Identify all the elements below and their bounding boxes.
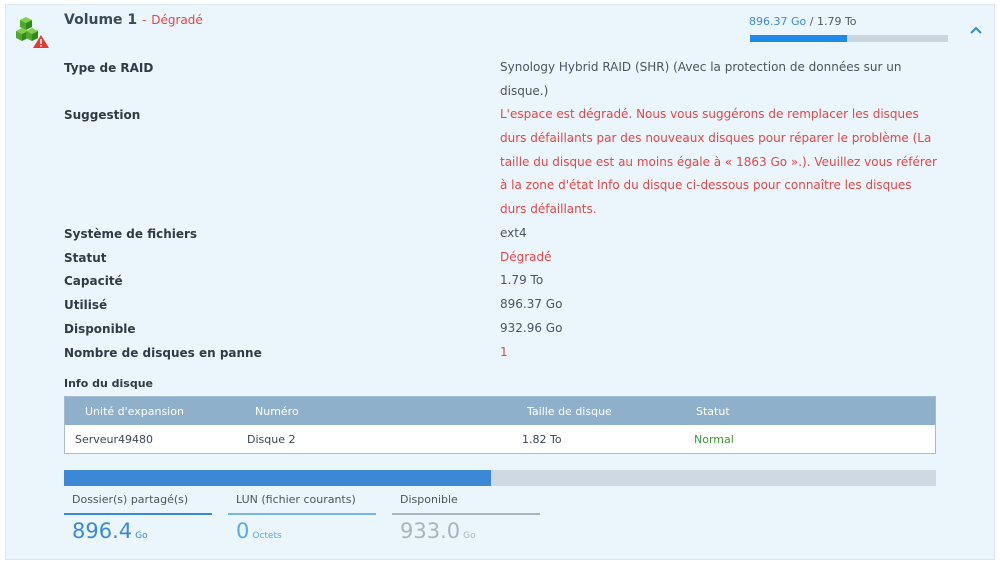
table-row[interactable]: Serveur49480 Disque 2 1.82 To Normal [65,425,935,453]
lun-label: LUN (fichier courants) [228,493,376,515]
available-label: Disponible [64,322,136,336]
column-header-expansion[interactable]: Unité d'expansion [85,405,184,418]
raid-label: Type de RAID [64,61,154,75]
volume-warning-icon [16,17,49,48]
cell-expansion-unit: Serveur49480 [75,433,154,446]
available-stat-label: Disponible [392,493,540,515]
suggestion-label: Suggestion [64,108,141,122]
cell-disk-number: Disque 2 [247,433,296,446]
available-stat: Disponible 933.0 Go [392,493,540,543]
column-header-status[interactable]: Statut [696,405,730,418]
shared-folders-value-row: 896.4 Go [64,515,212,543]
cell-disk-status: Normal [694,433,734,446]
failed-disks-label: Nombre de disques en panne [64,346,262,360]
volume-name: Volume 1 [64,12,138,28]
volume-usage-bar [750,35,948,42]
available-stat-unit: Go [463,531,476,541]
shared-folders-label: Dossier(s) partagé(s) [64,493,212,515]
table-header: Unité d'expansion Numéro Taille de disqu… [65,397,935,425]
failed-disks-value: 1 [500,345,508,359]
used-value: 896.37 Go [500,297,563,311]
volume-used: 896.37 Go [749,15,807,28]
volume-status: Dégradé [151,13,203,27]
volume-title: Volume 1 - Dégradé [64,12,203,28]
shared-folders-unit: Go [135,531,148,541]
status-label: Statut [64,251,107,265]
filesystem-label: Système de fichiers [64,227,198,241]
volume-total: 1.79 To [816,15,857,28]
available-stat-value: 933.0 [400,519,461,543]
storage-usage-bar [64,470,936,486]
used-label: Utilisé [64,298,108,312]
available-value: 932.96 Go [500,321,563,335]
volume-usage-fill [750,35,848,42]
volume-usage-slash: / [809,15,814,28]
status-value: Dégradé [500,250,552,264]
column-header-disk-size[interactable]: Taille de disque [527,405,612,418]
available-stat-value-row: 933.0 Go [392,515,540,543]
lun-stat: LUN (fichier courants) 0 Octets [228,493,376,543]
lun-value-row: 0 Octets [228,515,376,543]
disk-info-title: Info du disque [64,377,153,390]
filesystem-value: ext4 [500,226,527,240]
shared-folders-value: 896.4 [72,519,133,543]
raid-value: Synology Hybrid RAID (SHR) (Avec la prot… [500,60,902,98]
capacity-value: 1.79 To [500,273,544,287]
cell-disk-size: 1.82 To [522,433,562,446]
shared-folders-stat: Dossier(s) partagé(s) 896.4 Go [64,493,212,543]
storage-usage-fill [64,470,492,486]
suggestion-value: L'espace est dégradé. Nous vous suggéron… [500,107,937,217]
disk-info-table: Unité d'expansion Numéro Taille de disqu… [64,396,936,454]
column-header-number[interactable]: Numéro [255,405,299,418]
capacity-label: Capacité [64,274,123,288]
lun-unit: Octets [252,531,282,541]
volume-usage-text: 896.37 Go / 1.79 To [749,15,857,28]
lun-value: 0 [236,519,250,543]
volume-status-separator: - [142,13,147,27]
chevron-up-icon[interactable] [968,24,984,36]
